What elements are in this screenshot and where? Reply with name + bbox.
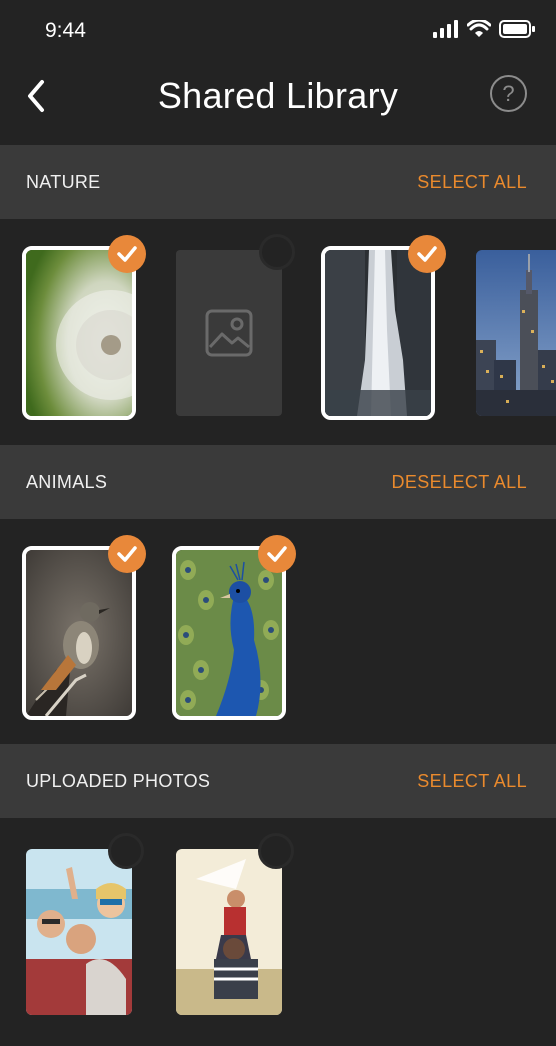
section-title: NATURE [26, 172, 101, 192]
selected-check-badge[interactable] [408, 235, 446, 273]
page-title: Shared Library [157, 75, 399, 116]
select-all-button[interactable]: SELECT ALL [417, 145, 527, 219]
waterfall-image [325, 250, 431, 416]
checkmark-icon [117, 246, 137, 262]
checkmark-icon [267, 546, 287, 562]
status-time: 9:44 [45, 19, 86, 42]
image-placeholder-icon [205, 309, 253, 357]
section-header-animals: ANIMALS DESELECT ALL [0, 445, 556, 519]
section-header-nature: NATURE SELECT ALL [0, 145, 556, 219]
section-title: ANIMALS [26, 472, 108, 492]
photo-family-selfie[interactable] [26, 849, 132, 1015]
selected-check-badge[interactable] [108, 535, 146, 573]
checkmark-icon [117, 546, 137, 562]
checkmark-icon [417, 246, 437, 262]
battery-icon [499, 20, 535, 38]
nav-bar: Shared Library ? [0, 64, 556, 144]
select-all-button[interactable]: SELECT ALL [417, 744, 527, 818]
wifi-icon [467, 20, 491, 37]
photo-row-uploaded [0, 819, 556, 1044]
peacock-image [176, 550, 282, 716]
status-bar: 9:44 [0, 0, 556, 64]
selected-check-badge[interactable] [108, 235, 146, 273]
selected-check-badge[interactable] [258, 535, 296, 573]
photo-city-skyline[interactable] [476, 250, 556, 416]
cellular-signal-icon [433, 20, 458, 38]
family-selfie-image [26, 849, 132, 1015]
status-icons [433, 20, 535, 38]
section-title: UPLOADED PHOTOS [26, 771, 211, 791]
photo-placeholder[interactable] [176, 250, 282, 416]
unselected-check-circle[interactable] [108, 833, 144, 869]
city-skyline-image [476, 250, 556, 416]
photo-row-animals [0, 520, 556, 745]
bird-image [26, 550, 132, 717]
unselected-check-circle[interactable] [259, 234, 295, 270]
father-child-image [176, 849, 282, 1015]
unselected-check-circle[interactable] [258, 833, 294, 869]
section-header-uploaded-photos: UPLOADED PHOTOS SELECT ALL [0, 744, 556, 818]
deselect-all-button[interactable]: DESELECT ALL [391, 445, 527, 519]
photo-father-child[interactable] [176, 849, 282, 1015]
help-button[interactable]: ? [490, 75, 527, 112]
photo-row-nature [0, 220, 556, 445]
dandelion-image [26, 250, 166, 416]
